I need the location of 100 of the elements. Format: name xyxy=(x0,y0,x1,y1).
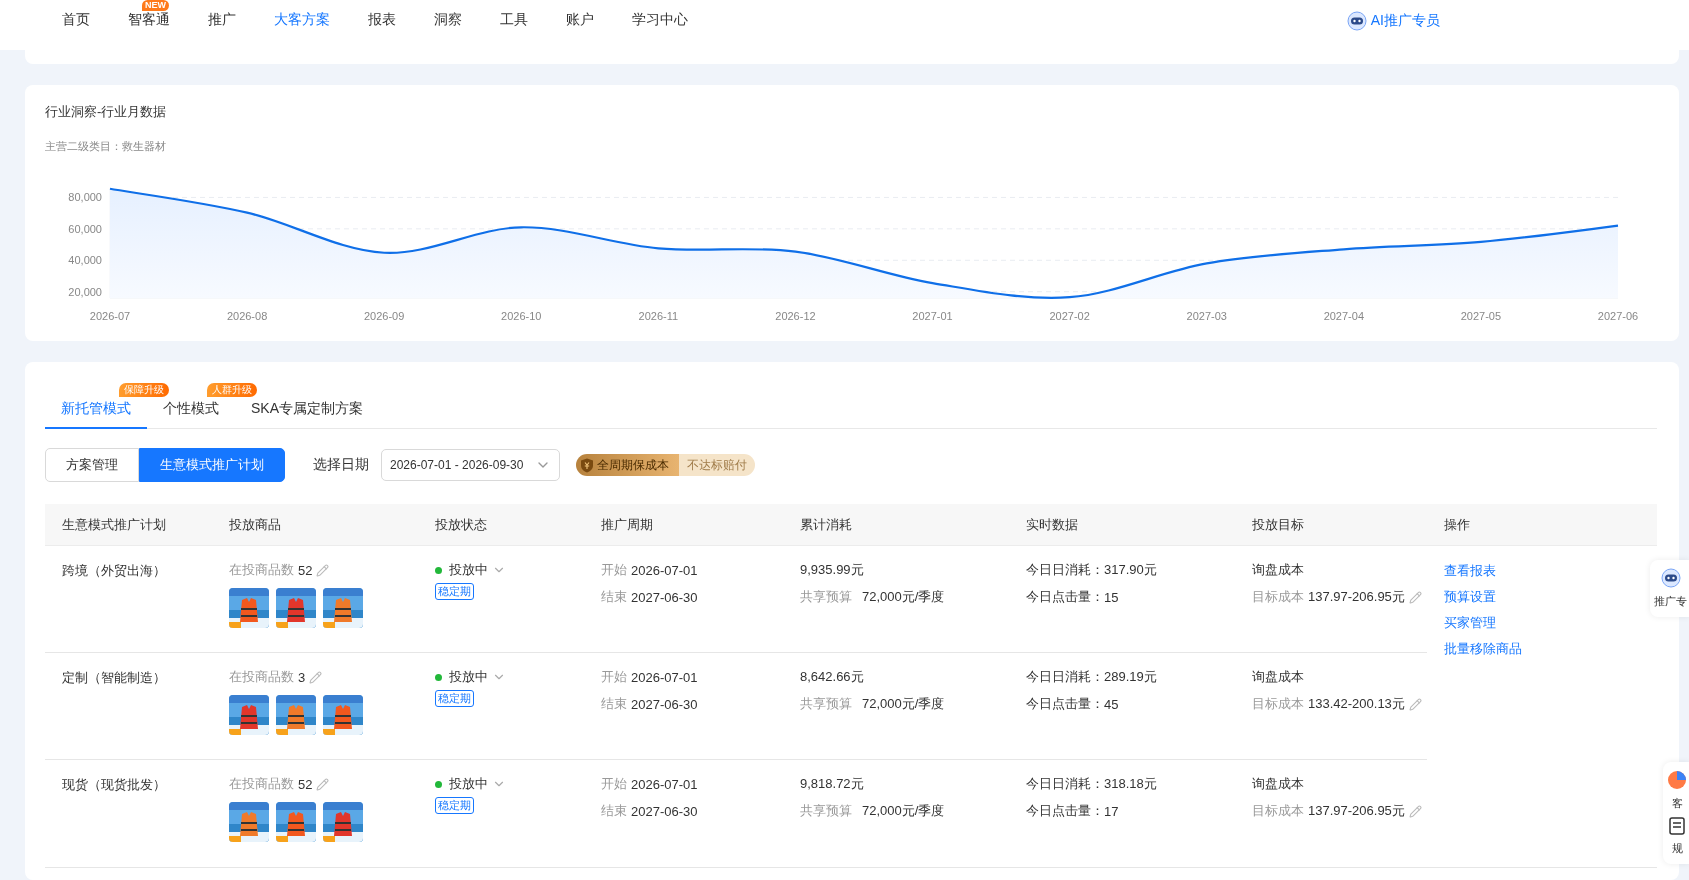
product-count-label: 在投商品数 xyxy=(229,561,294,579)
clicks-label: 今日点击量： xyxy=(1026,802,1104,820)
product-count: 52 xyxy=(298,562,313,578)
action-link[interactable]: 批量移除商品 xyxy=(1444,640,1522,658)
edit-icon[interactable] xyxy=(316,777,330,791)
column-header: 投放状态 xyxy=(435,517,487,532)
nav-item[interactable]: 智客通 xyxy=(128,11,170,29)
product-count-label: 在投商品数 xyxy=(229,668,294,686)
clicks-label: 今日点击量： xyxy=(1026,695,1104,713)
total-spend: 9,818.72元 xyxy=(800,775,864,793)
budget-label: 共享预算 xyxy=(800,588,852,606)
edit-icon[interactable] xyxy=(1408,590,1422,604)
x-tick-label: 2026-10 xyxy=(501,310,542,322)
guarantee-badge: 全周期保成本 xyxy=(576,454,679,476)
nav-item[interactable]: 账户 xyxy=(566,11,594,29)
budget-value: 72,000元/季度 xyxy=(862,588,945,606)
new-badge: NEW xyxy=(142,0,169,11)
segment-button[interactable]: 方案管理 xyxy=(45,448,139,482)
clicks-label: 今日点击量： xyxy=(1026,588,1104,606)
action-link[interactable]: 买家管理 xyxy=(1444,614,1496,632)
phase-tag: 稳定期 xyxy=(435,797,474,814)
phase-tag: 稳定期 xyxy=(435,690,474,707)
edit-icon[interactable] xyxy=(1408,804,1422,818)
x-tick-label: 2026-11 xyxy=(638,310,679,322)
x-tick-label: 2027-02 xyxy=(1049,310,1090,322)
nav-item[interactable]: 学习中心 xyxy=(632,11,688,29)
side-widget-label: 规 xyxy=(1671,841,1683,856)
start-date: 2026-07-01 xyxy=(631,562,698,578)
target-cost-label: 目标成本 xyxy=(1252,802,1304,820)
nav-item[interactable]: 工具 xyxy=(500,11,528,29)
budget-value: 72,000元/季度 xyxy=(862,802,945,820)
end-label: 结束 xyxy=(601,802,627,820)
side-widget-label: 客 xyxy=(1671,796,1683,811)
robot-icon xyxy=(1660,568,1681,588)
start-date: 2026-07-01 xyxy=(631,776,698,792)
x-tick-label: 2026-12 xyxy=(775,310,816,322)
side-widget-label: 推广专 xyxy=(1654,594,1687,609)
date-range-field[interactable]: 2026-07-01 - 2026-09-30 xyxy=(381,449,560,481)
today-spend: 289.19元 xyxy=(1104,668,1157,686)
column-header: 推广周期 xyxy=(601,517,653,532)
target-cost: 137.97-206.95元 xyxy=(1308,588,1405,606)
action-link[interactable]: 查看报表 xyxy=(1444,562,1496,580)
today-spend-label: 今日日消耗： xyxy=(1026,561,1104,579)
nav-item[interactable]: 大客方案 xyxy=(274,11,330,29)
y-tick-label: 80,000 xyxy=(68,191,102,204)
column-header: 操作 xyxy=(1444,517,1470,532)
total-spend: 8,642.66元 xyxy=(800,668,864,686)
clicks-value: 45 xyxy=(1104,696,1119,712)
budget-label: 共享预算 xyxy=(800,695,852,713)
edit-icon[interactable] xyxy=(316,563,330,577)
column-header: 累计消耗 xyxy=(800,517,852,532)
clicks-value: 17 xyxy=(1104,803,1119,819)
status-dropdown[interactable]: 投放中 xyxy=(449,668,488,686)
upgrade-badge: 保障升级 xyxy=(119,383,169,397)
end-date: 2027-06-30 xyxy=(631,696,698,712)
end-date: 2027-06-30 xyxy=(631,803,698,819)
phase-tag: 稳定期 xyxy=(435,583,474,600)
edit-icon[interactable] xyxy=(1408,697,1422,711)
status-dot xyxy=(435,673,442,681)
target-cost: 133.42-200.13元 xyxy=(1308,695,1405,713)
segment-button[interactable]: 生意模式推广计划 xyxy=(139,448,285,482)
start-date: 2026-07-01 xyxy=(631,669,698,685)
end-date: 2027-06-30 xyxy=(631,589,698,605)
nav-item[interactable]: 洞察 xyxy=(434,11,462,29)
column-header: 实时数据 xyxy=(1026,517,1078,532)
nav-item[interactable]: 推广 xyxy=(208,11,236,29)
status-dropdown[interactable]: 投放中 xyxy=(449,561,488,579)
goal-name: 询盘成本 xyxy=(1252,775,1304,793)
chart-subtitle: 主营二级类目：救生器材 xyxy=(45,139,167,154)
x-tick-label: 2026-08 xyxy=(226,310,268,322)
edit-icon[interactable] xyxy=(309,670,323,684)
status-dropdown[interactable]: 投放中 xyxy=(449,775,488,793)
nav-item[interactable]: 首页 xyxy=(62,11,90,29)
total-spend: 9,935.99元 xyxy=(800,561,864,579)
budget-label: 共享预算 xyxy=(800,802,852,820)
column-header: 投放目标 xyxy=(1252,517,1304,532)
target-cost-label: 目标成本 xyxy=(1252,695,1304,713)
side-widget[interactable]: 推广专 xyxy=(1650,560,1689,617)
end-label: 结束 xyxy=(601,588,627,606)
today-spend-label: 今日日消耗： xyxy=(1026,775,1104,793)
side-widget[interactable]: 客 规 xyxy=(1663,762,1689,864)
column-header: 生意模式推广计划 xyxy=(62,517,166,532)
clicks-value: 15 xyxy=(1104,589,1119,605)
nav-item[interactable]: 报表 xyxy=(368,11,396,29)
compensation-badge: 不达标赔付 xyxy=(679,454,755,476)
y-tick-label: 40,000 xyxy=(68,254,102,267)
end-label: 结束 xyxy=(601,695,627,713)
status-dot xyxy=(435,566,442,574)
today-spend: 318.18元 xyxy=(1104,775,1157,793)
start-label: 开始 xyxy=(601,668,627,686)
column-header: 投放商品 xyxy=(229,517,281,532)
today-spend: 317.90元 xyxy=(1104,561,1157,579)
document-icon xyxy=(1669,817,1685,835)
assistant-link[interactable]: AI推广专员 xyxy=(1346,11,1440,31)
date-label: 选择日期 xyxy=(313,456,369,474)
x-tick-label: 2026-07 xyxy=(89,310,131,322)
x-tick-label: 2027-06 xyxy=(1597,310,1639,322)
product-count-label: 在投商品数 xyxy=(229,775,294,793)
plan-name: 定制（智能制造） xyxy=(62,670,166,685)
action-link[interactable]: 预算设置 xyxy=(1444,588,1496,606)
